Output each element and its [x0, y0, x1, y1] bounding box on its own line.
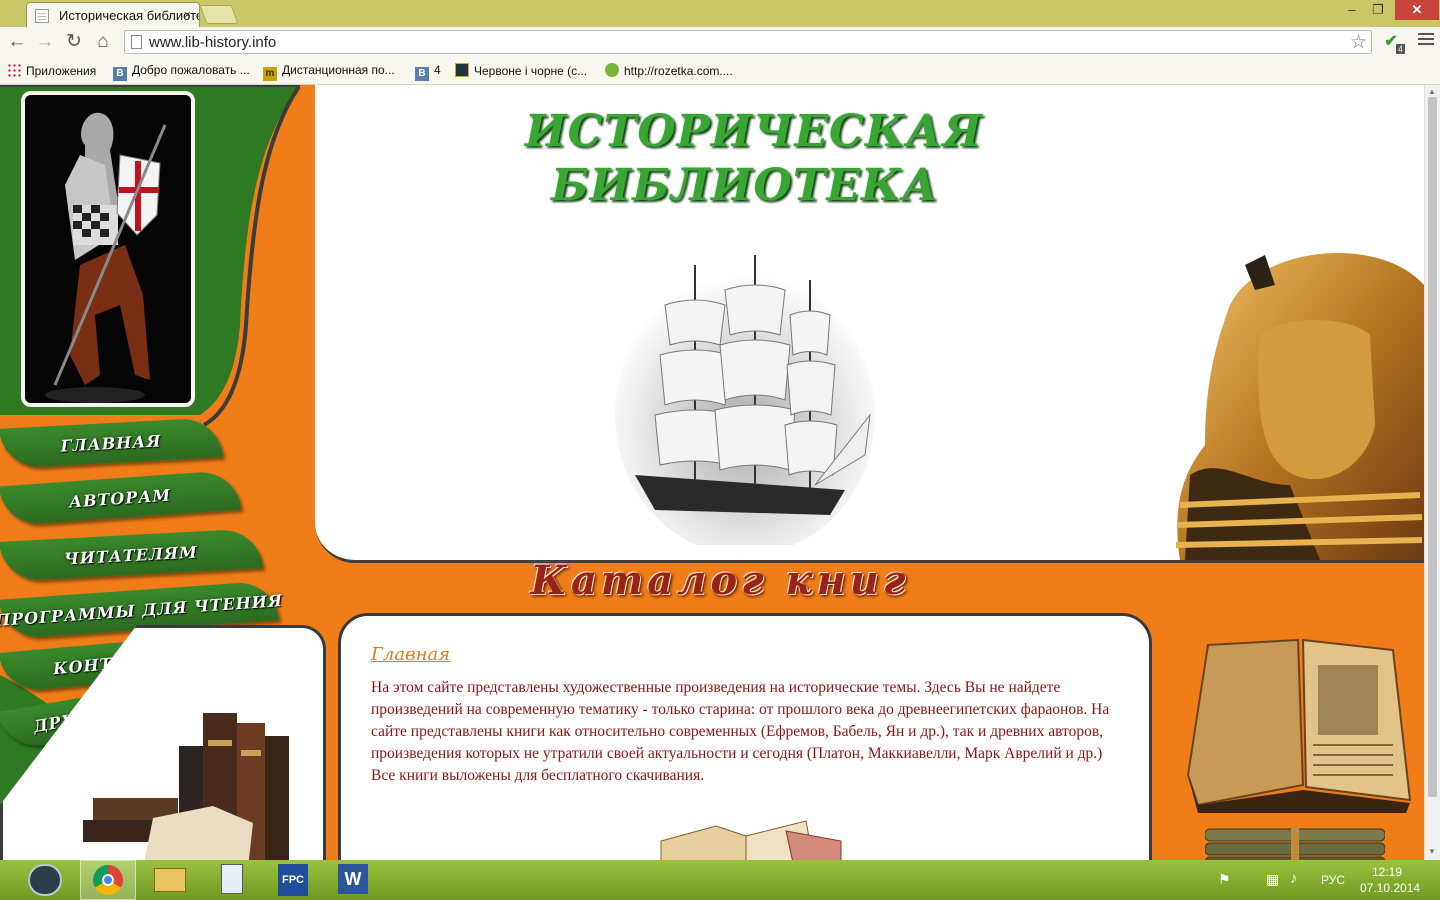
nav-label: АВТОРАМ — [68, 484, 172, 512]
page-favicon-icon — [35, 9, 49, 23]
scrollbar-thumb[interactable] — [1428, 97, 1437, 797]
clock-date[interactable]: 07.10.2014 — [1360, 881, 1420, 895]
page-scrollbar[interactable]: ▲ ▼ — [1424, 85, 1440, 860]
scroll-down-icon[interactable]: ▼ — [1428, 847, 1436, 856]
bookmark-label: http://rozetka.com.... — [624, 64, 733, 78]
clock-time[interactable]: 12:19 — [1372, 865, 1402, 879]
home-icon[interactable]: ⌂ — [92, 31, 114, 53]
catalog-title: Каталог книг — [530, 557, 910, 604]
site-header: ИСТОРИЧЕСКАЯ БИБЛИОТЕКА — [315, 85, 1424, 563]
language-indicator[interactable]: РУС — [1321, 873, 1345, 887]
new-tab-button[interactable] — [199, 5, 239, 24]
site-title: ИСТОРИЧЕСКАЯ БИБЛИОТЕКА — [525, 105, 983, 213]
bookmark-apps[interactable]: Приложения — [7, 63, 96, 78]
file-explorer-icon[interactable] — [154, 868, 186, 892]
site-title-line2: БИБЛИОТЕКА — [551, 160, 939, 211]
address-bar[interactable]: www.lib-history.info ☆ — [124, 30, 1372, 54]
bookmark-star-icon[interactable]: ☆ — [1350, 31, 1367, 54]
bookmark-distance[interactable]: m Дистанционная по... — [263, 63, 395, 81]
tab-close-icon[interactable]: × — [183, 7, 191, 22]
page-viewport: ГЛАВНАЯ АВТОРАМ ЧИТАТЕЛЯМ ПРОГРАММЫ ДЛЯ … — [0, 85, 1424, 860]
bookmark-rozetka[interactable]: http://rozetka.com.... — [605, 63, 733, 78]
tab-title: Историческая библиотек — [59, 8, 199, 23]
content-panel: Главная На этом сайте представлены худож… — [338, 613, 1152, 860]
page-icon — [131, 35, 142, 49]
forward-arrow-icon[interactable]: → — [34, 31, 56, 53]
chrome-icon[interactable] — [80, 860, 136, 900]
bookmark-label: Дистанционная по... — [282, 63, 395, 77]
bookmark-label: Приложения — [26, 64, 97, 78]
old-open-book-image — [1186, 638, 1412, 813]
distance-icon: m — [263, 67, 277, 81]
bookmark-vk-welcome[interactable]: B Добро пожаловать ... — [113, 63, 250, 81]
bookmark-label: Добро пожаловать ... — [132, 63, 250, 77]
browser-toolbar: ← → ↻ ⌂ www.lib-history.info ☆ ✔ 4 — [0, 27, 1440, 58]
volume-icon[interactable]: ♪ — [1290, 870, 1298, 887]
breadcrumb-home-link[interactable]: Главная — [371, 644, 450, 665]
maximize-button[interactable]: ❐ — [1364, 0, 1392, 20]
chrome-menu-icon[interactable] — [1418, 33, 1434, 35]
back-arrow-icon[interactable]: ← — [6, 31, 28, 53]
vk-icon: B — [113, 67, 127, 81]
nav-label: ГЛАВНАЯ — [60, 430, 162, 456]
intro-free-download: Все книги выложены для бесплатного скачи… — [371, 767, 705, 784]
close-window-button[interactable]: ✕ — [1395, 0, 1439, 20]
fpc-icon[interactable]: FPC — [278, 864, 308, 896]
word-icon[interactable]: W — [338, 864, 368, 894]
extension-badge: 4 — [1396, 44, 1406, 54]
url-text[interactable]: www.lib-history.info — [149, 34, 276, 51]
book-icon — [455, 63, 469, 77]
minimize-button[interactable]: – — [1338, 0, 1366, 20]
windows-taskbar: FPC W ⚑ ▦ ♪ РУС 12:19 07.10.2014 — [0, 860, 1440, 900]
sailing-ship-image — [615, 255, 875, 545]
intro-paragraph: На этом сайте представлены художественны… — [371, 679, 1110, 762]
intro-text: На этом сайте представлены художественны… — [371, 677, 1123, 787]
flag-icon[interactable]: ⚑ — [1218, 871, 1231, 888]
apps-grid-icon — [7, 63, 21, 77]
scroll-up-icon[interactable]: ▲ — [1428, 87, 1436, 96]
network-icon[interactable]: ▦ — [1266, 871, 1279, 888]
bookmarks-bar: Приложения B Добро пожаловать ... m Дистан… — [0, 58, 1440, 85]
bookmark-chervone[interactable]: Червоне і чорне (с... — [455, 63, 587, 78]
nav-label: ЧИТАТЕЛЯМ — [63, 542, 199, 568]
steam-icon[interactable] — [28, 864, 62, 896]
books-shelf-image — [1205, 827, 1385, 860]
browser-tab[interactable]: Историческая библиотек × — [26, 2, 200, 28]
vk-icon: B — [415, 67, 429, 81]
bookmark-label: 4 — [434, 63, 441, 77]
pharaoh-mask-image — [1175, 252, 1424, 560]
open-books-image — [660, 820, 842, 860]
calculator-icon[interactable] — [221, 864, 243, 894]
reload-icon[interactable]: ↻ — [63, 31, 85, 53]
rozetka-icon — [605, 63, 619, 77]
site-title-line1: ИСТОРИЧЕСКАЯ — [525, 106, 983, 157]
bookmark-vk-4[interactable]: B4 — [415, 63, 441, 81]
browser-titlebar: Историческая библиотек × – ❐ ✕ — [0, 0, 1440, 28]
knight-image — [21, 91, 195, 407]
bookmark-label: Червоне і чорне (с... — [474, 64, 588, 78]
